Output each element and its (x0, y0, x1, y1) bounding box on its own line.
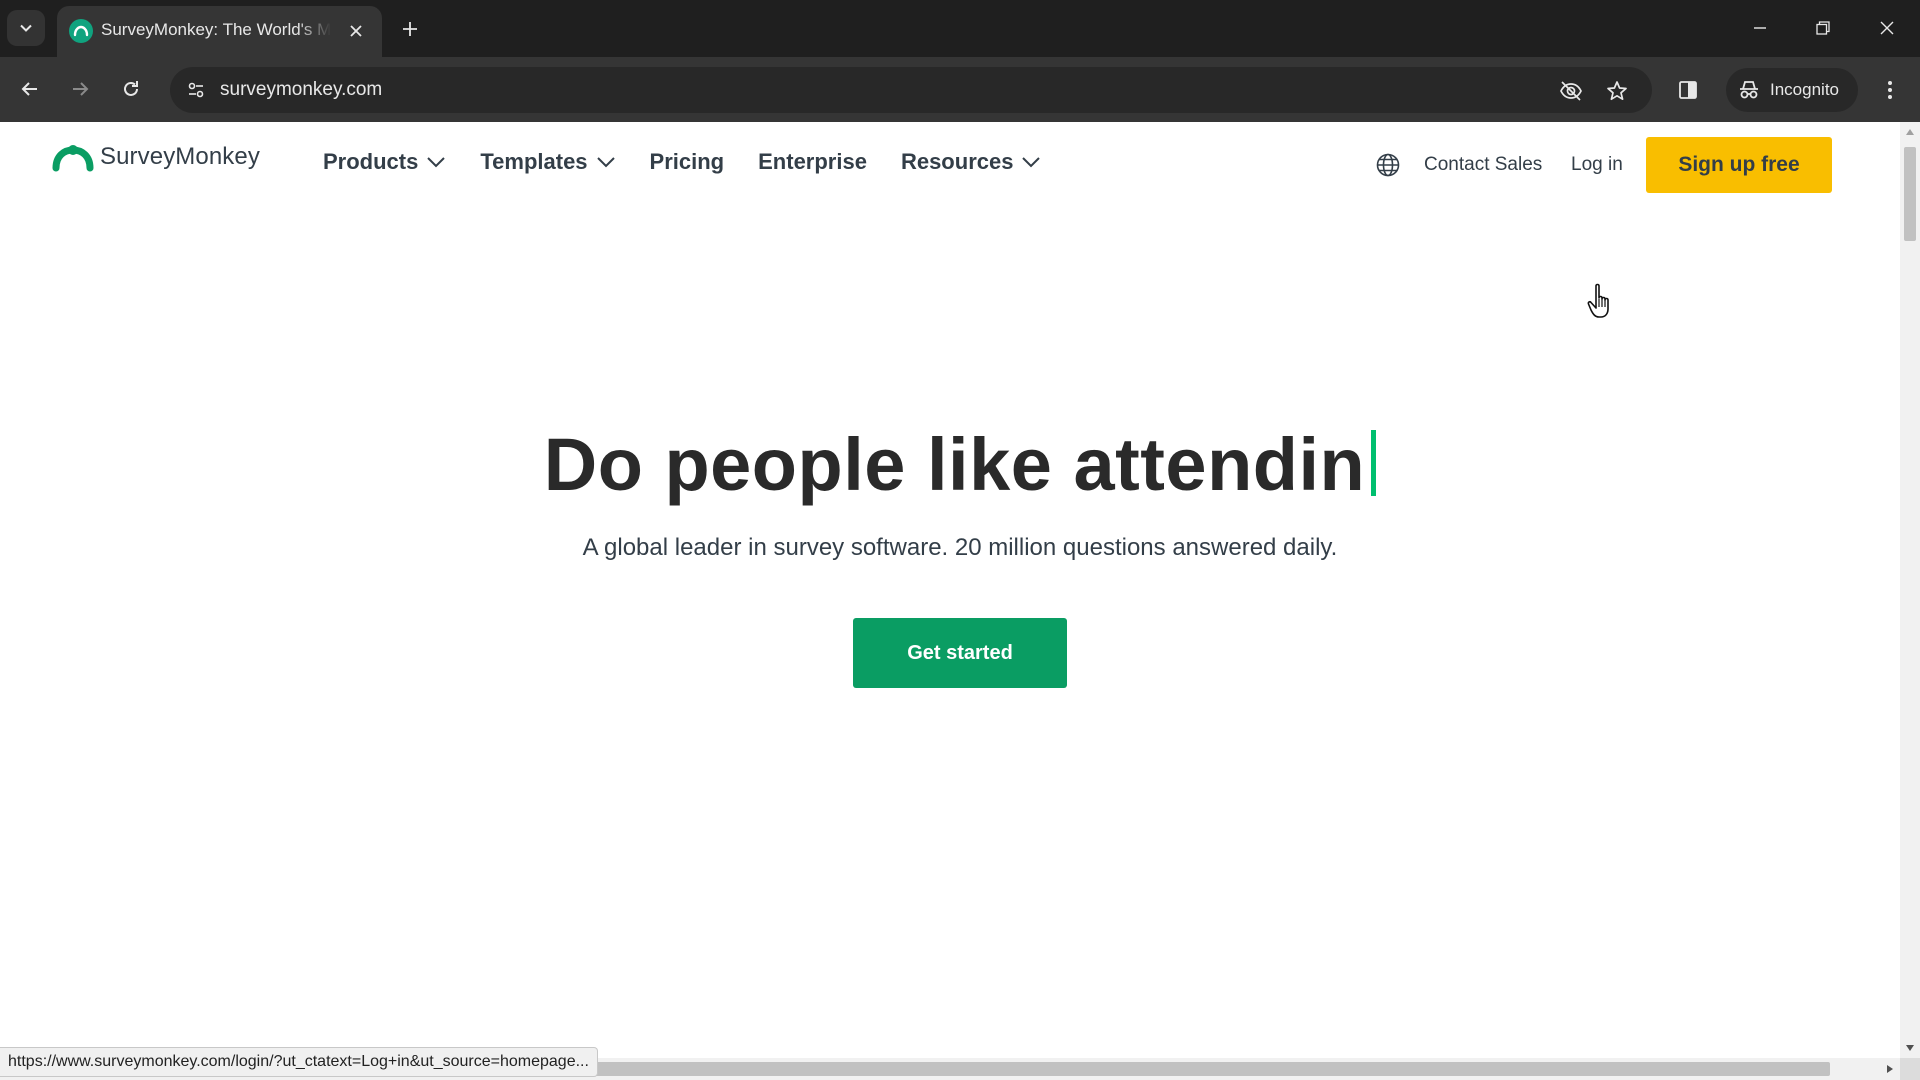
kebab-menu-icon (1888, 81, 1892, 99)
incognito-label: Incognito (1770, 80, 1839, 99)
nav-products-label: Products (323, 149, 419, 174)
star-icon (1607, 81, 1627, 101)
tab-title: SurveyMonkey: The World's Most Popular F… (101, 20, 331, 39)
login-link[interactable]: Log in (1571, 154, 1623, 176)
surveymonkey-favicon-icon (69, 19, 93, 43)
tab-search-button[interactable] (7, 10, 45, 46)
browser-menu-button[interactable] (1872, 72, 1908, 108)
nav-pricing[interactable]: Pricing (650, 149, 725, 175)
browser-toolbar: surveymonkey.com Incognito (0, 57, 1920, 122)
restore-button[interactable] (1803, 10, 1843, 46)
typing-caret (1371, 430, 1377, 496)
nav-products[interactable]: Products (323, 149, 446, 175)
eye-off-icon (1560, 81, 1582, 101)
triangle-up-icon (1906, 129, 1914, 135)
close-icon (350, 25, 362, 37)
triangle-right-icon (1887, 1065, 1893, 1073)
nav-pricing-label: Pricing (649, 149, 725, 174)
surveymonkey-logo[interactable]: SurveyMonkey (52, 142, 260, 172)
close-icon (1880, 21, 1894, 35)
link-status-bar: https://www.surveymonkey.com/login/?ut_c… (0, 1047, 598, 1077)
url-text[interactable]: surveymonkey.com (220, 79, 382, 101)
triangle-down-icon (1906, 1045, 1914, 1051)
nav-resources-label: Resources (900, 149, 1014, 174)
hand-pointer-icon (1587, 283, 1609, 318)
hero-subheadline: A global leader in survey software. 20 m… (582, 534, 1338, 561)
incognito-icon (1740, 81, 1758, 99)
back-button[interactable] (12, 71, 48, 107)
scrollbar-corner (1900, 1058, 1920, 1080)
arrow-right-icon (73, 82, 89, 96)
restore-icon (1816, 21, 1830, 35)
page-viewport: SurveyMonkey Products Templates Pricing … (0, 122, 1900, 1058)
signup-button[interactable]: Sign up free (1646, 137, 1832, 193)
vertical-scroll-thumb[interactable] (1904, 147, 1916, 241)
new-tab-button[interactable] (396, 15, 424, 43)
minimize-icon (1754, 27, 1766, 29)
forward-button[interactable] (62, 71, 98, 107)
site-info-button[interactable] (180, 75, 212, 105)
browser-tab-active[interactable]: SurveyMonkey: The World's Most Popular F… (57, 6, 382, 57)
get-started-button[interactable]: Get started (853, 618, 1067, 688)
address-bar[interactable]: surveymonkey.com (170, 67, 1652, 113)
chevron-down-icon (596, 157, 615, 168)
main-nav: Products Templates Pricing Enterprise Re… (323, 149, 1075, 175)
minimize-button[interactable] (1740, 10, 1780, 46)
reload-button[interactable] (113, 71, 149, 107)
close-window-button[interactable] (1867, 10, 1907, 46)
reload-icon (124, 81, 138, 96)
chevron-down-icon (20, 24, 32, 32)
hero-headline: Do people like attendin (0, 422, 1900, 507)
contact-sales-link[interactable]: Contact Sales (1424, 154, 1542, 176)
hero-headline-text: Do people like attendin (543, 423, 1366, 506)
plus-icon (403, 22, 417, 36)
nav-templates-label: Templates (480, 149, 588, 174)
chevron-down-icon (1022, 157, 1041, 168)
nav-templates[interactable]: Templates (480, 149, 615, 175)
scroll-down-arrow[interactable] (1900, 1038, 1920, 1058)
side-panel-button[interactable] (1670, 72, 1706, 108)
scroll-right-arrow[interactable] (1880, 1058, 1900, 1080)
chevron-down-icon (427, 157, 446, 168)
incognito-indicator[interactable]: Incognito (1726, 68, 1858, 112)
bookmark-button[interactable] (1602, 76, 1632, 106)
surveymonkey-logo-icon (52, 145, 94, 172)
globe-icon[interactable] (1375, 152, 1401, 178)
arrow-left-icon (21, 82, 37, 96)
scroll-up-arrow[interactable] (1900, 122, 1920, 142)
nav-enterprise-label: Enterprise (758, 149, 867, 174)
tab-close-button[interactable] (343, 18, 369, 44)
logo-wordmark: SurveyMonkey (100, 143, 260, 170)
side-panel-icon (1679, 81, 1697, 99)
vertical-scrollbar[interactable] (1900, 122, 1920, 1058)
tune-icon (188, 82, 204, 98)
nav-resources[interactable]: Resources (901, 149, 1042, 175)
nav-enterprise[interactable]: Enterprise (758, 149, 867, 175)
tracking-protection-button[interactable] (1556, 76, 1586, 106)
browser-tabstrip: SurveyMonkey: The World's Most Popular F… (0, 0, 1920, 57)
